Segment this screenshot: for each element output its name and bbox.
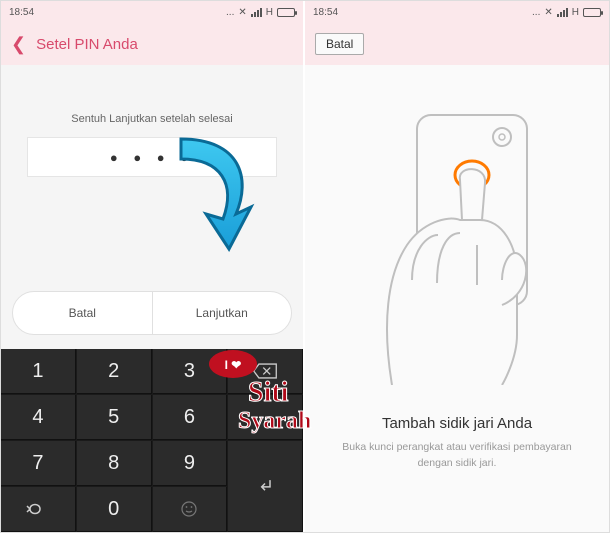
screen-set-pin: 18:54 ... ✕ H ❮ Setel PIN Anda Sentuh La… bbox=[1, 1, 305, 532]
network-type: H bbox=[266, 7, 273, 18]
no-sim-icon: ✕ bbox=[544, 7, 552, 18]
page-title: Setel PIN Anda bbox=[36, 36, 138, 53]
fingerprint-illustration bbox=[352, 105, 562, 385]
pin-actions: Batal Lanjutkan bbox=[12, 291, 292, 335]
signal-icon bbox=[251, 8, 262, 17]
fingerprint-subtitle: Buka kunci perangkat atau verifikasi pem… bbox=[327, 440, 587, 472]
key-backspace-icon[interactable] bbox=[228, 349, 303, 394]
signal-icon bbox=[557, 8, 568, 17]
key-9[interactable]: 9 bbox=[153, 441, 228, 486]
no-sim-icon: ✕ bbox=[238, 7, 246, 18]
numeric-keypad: 1 2 3 4 5 6 . 7 8 9 0 bbox=[1, 349, 303, 532]
key-navback-icon[interactable] bbox=[1, 487, 76, 532]
title-bar: Batal bbox=[305, 23, 609, 65]
back-icon[interactable]: ❮ bbox=[11, 34, 26, 55]
continue-button[interactable]: Lanjutkan bbox=[153, 292, 292, 334]
screen-add-fingerprint: 18:54 ... ✕ H Batal bbox=[305, 1, 609, 532]
key-7[interactable]: 7 bbox=[1, 441, 76, 486]
key-8[interactable]: 8 bbox=[77, 441, 152, 486]
battery-icon bbox=[583, 8, 601, 17]
title-bar: ❮ Setel PIN Anda bbox=[1, 23, 303, 65]
key-2[interactable]: 2 bbox=[77, 349, 152, 394]
pin-instruction: Sentuh Lanjutkan setelah selesai bbox=[71, 113, 232, 125]
status-time: 18:54 bbox=[9, 7, 34, 18]
pin-input[interactable]: ● ● ● ● bbox=[27, 137, 277, 177]
key-6[interactable]: 6 bbox=[153, 395, 228, 440]
key-0[interactable]: 0 bbox=[77, 487, 152, 532]
key-3[interactable]: 3 bbox=[153, 349, 228, 394]
key-1[interactable]: 1 bbox=[1, 349, 76, 394]
pin-area: Sentuh Lanjutkan setelah selesai ● ● ● ●… bbox=[1, 65, 303, 349]
key-4[interactable]: 4 bbox=[1, 395, 76, 440]
key-smile-icon[interactable] bbox=[153, 487, 228, 532]
key-period[interactable]: . bbox=[228, 395, 303, 440]
cancel-button[interactable]: Batal bbox=[315, 33, 364, 55]
battery-icon bbox=[277, 8, 295, 17]
status-time: 18:54 bbox=[313, 7, 338, 18]
key-5[interactable]: 5 bbox=[77, 395, 152, 440]
status-bar: 18:54 ... ✕ H bbox=[1, 1, 303, 23]
pin-mask: ● ● ● ● bbox=[110, 150, 194, 165]
status-dots: ... bbox=[226, 7, 234, 18]
status-dots: ... bbox=[532, 7, 540, 18]
cancel-button[interactable]: Batal bbox=[13, 292, 153, 334]
network-type: H bbox=[572, 7, 579, 18]
fingerprint-area: Tambah sidik jari Anda Buka kunci perang… bbox=[305, 65, 609, 532]
fingerprint-title: Tambah sidik jari Anda bbox=[382, 415, 532, 432]
status-bar: 18:54 ... ✕ H bbox=[305, 1, 609, 23]
key-enter-icon[interactable] bbox=[228, 441, 303, 532]
